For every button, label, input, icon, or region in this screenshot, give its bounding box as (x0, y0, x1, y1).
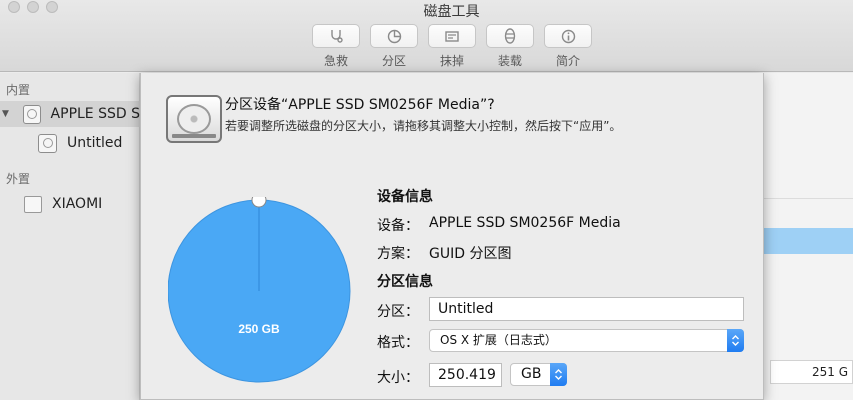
sidebar-item-apple-ssd[interactable]: ▼ APPLE SSD S (0, 101, 140, 127)
partition-sheet: 分区设备“APPLE SSD SM0256F Media”? 若要调整所选磁盘的… (140, 73, 764, 400)
capacity-value: 251 G (770, 360, 853, 384)
format-label: 格式： (377, 335, 419, 351)
unit-select-value: GB (521, 366, 542, 382)
usage-bar (764, 228, 853, 254)
divider (764, 198, 853, 199)
erase-button[interactable]: 抹掉 (427, 24, 477, 69)
scheme-label: 方案： (377, 246, 419, 262)
disk-icon (22, 104, 41, 124)
updown-chevron-icon (727, 329, 744, 352)
format-select-value: OS X 扩展（日志式） (440, 333, 557, 347)
sheet-title: 分区设备“APPLE SSD SM0256F Media”? (225, 97, 495, 113)
partition-button[interactable]: 分区 (369, 24, 419, 69)
partition-info-heading: 分区信息 (377, 274, 433, 290)
format-select[interactable]: OS X 扩展（日志式） (429, 329, 744, 352)
mount-icon (486, 24, 534, 48)
info-icon (544, 24, 592, 48)
sidebar-item-label: APPLE SSD S (50, 106, 140, 122)
partition-label: 分区 (381, 54, 406, 68)
title-bar: 磁盘工具 急救 分区 抹掉 装载 简介 (0, 0, 853, 72)
hard-disk-icon (166, 95, 222, 143)
sidebar-item-xiaomi[interactable]: XIAOMI (24, 191, 102, 217)
device-info-heading: 设备信息 (377, 189, 433, 205)
erase-icon (428, 24, 476, 48)
unit-select[interactable]: GB (510, 363, 567, 386)
first-aid-button[interactable]: 急救 (311, 24, 361, 69)
external-disk-icon (24, 195, 42, 213)
size-label: 大小： (377, 370, 419, 386)
window-title: 磁盘工具 (423, 4, 480, 20)
sidebar: 内置 ▼ APPLE SSD S Untitled 外置 XIAOMI (0, 73, 140, 400)
updown-chevron-icon (550, 363, 567, 386)
sheet-description: 若要调整所选磁盘的分区大小，请拖移其调整大小控制，然后按下“应用”。 (225, 119, 622, 133)
volume-icon (38, 133, 57, 153)
scheme-value: GUID 分区图 (429, 246, 512, 262)
internal-section-label: 内置 (6, 83, 31, 97)
size-input[interactable]: 250.419 (429, 363, 502, 387)
mount-button[interactable]: 装载 (485, 24, 535, 69)
info-button[interactable]: 简介 (543, 24, 593, 69)
partition-name-input[interactable]: Untitled (429, 297, 744, 321)
partition-size-label: 250 GB (238, 322, 280, 336)
sidebar-item-untitled[interactable]: Untitled (38, 130, 122, 156)
partition-pie-chart[interactable]: 250 GB (168, 197, 352, 387)
sidebar-item-label: XIAOMI (52, 196, 103, 212)
resize-handle[interactable] (251, 197, 267, 208)
external-section-label: 外置 (6, 172, 31, 186)
erase-label: 抹掉 (439, 54, 464, 68)
partition-icon (370, 24, 418, 48)
device-value: APPLE SSD SM0256F Media (429, 215, 621, 231)
sidebar-item-label: Untitled (67, 135, 123, 151)
device-label: 设备： (377, 218, 419, 234)
first-aid-label: 急救 (323, 54, 348, 68)
disclosure-triangle-icon[interactable]: ▼ (2, 109, 15, 119)
mount-label: 装载 (497, 54, 522, 68)
stethoscope-icon (312, 24, 360, 48)
info-label: 简介 (555, 54, 580, 68)
partition-label: 分区： (377, 304, 419, 320)
